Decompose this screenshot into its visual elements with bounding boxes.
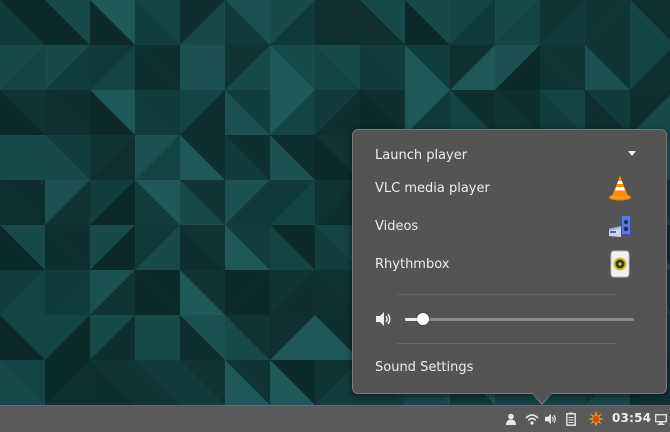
app-item-videos[interactable]: Videos: [375, 214, 666, 238]
chevron-down-icon: [628, 151, 636, 156]
wifi-icon[interactable]: [523, 406, 541, 432]
app-label: Rhythmbox: [375, 256, 450, 272]
clock[interactable]: 03:54: [612, 411, 651, 425]
launch-player-label: Launch player: [375, 147, 468, 163]
app-label: Videos: [375, 218, 419, 234]
volume-row: [375, 310, 645, 328]
bottom-panel: 03:54: [0, 405, 670, 432]
battery-clipboard-icon[interactable]: [564, 406, 578, 432]
sound-settings-item[interactable]: Sound Settings: [375, 355, 666, 379]
separator: [397, 343, 617, 344]
app-label: VLC media player: [375, 180, 490, 196]
app-item-rhythmbox[interactable]: Rhythmbox: [375, 250, 666, 278]
sound-menu-popup: Launch player VLC media player Videos Rh…: [352, 129, 667, 394]
sound-settings-label: Sound Settings: [375, 359, 474, 375]
volume-slider[interactable]: [405, 313, 634, 325]
popup-tail: [531, 391, 553, 403]
updates-burst-icon[interactable]: [587, 406, 605, 432]
user-icon[interactable]: [504, 406, 518, 432]
launch-player-header[interactable]: Launch player: [375, 144, 666, 166]
vlc-cone-icon: [606, 174, 634, 202]
display-icon[interactable]: [654, 406, 668, 432]
speaker-volume-icon[interactable]: [375, 311, 393, 331]
app-item-vlc[interactable]: VLC media player: [375, 174, 666, 202]
separator: [397, 294, 617, 295]
volume-icon[interactable]: [543, 406, 559, 432]
rhythmbox-speaker-icon: [606, 250, 634, 278]
volume-slider-handle[interactable]: [417, 313, 430, 325]
videos-projector-icon: [606, 212, 634, 240]
